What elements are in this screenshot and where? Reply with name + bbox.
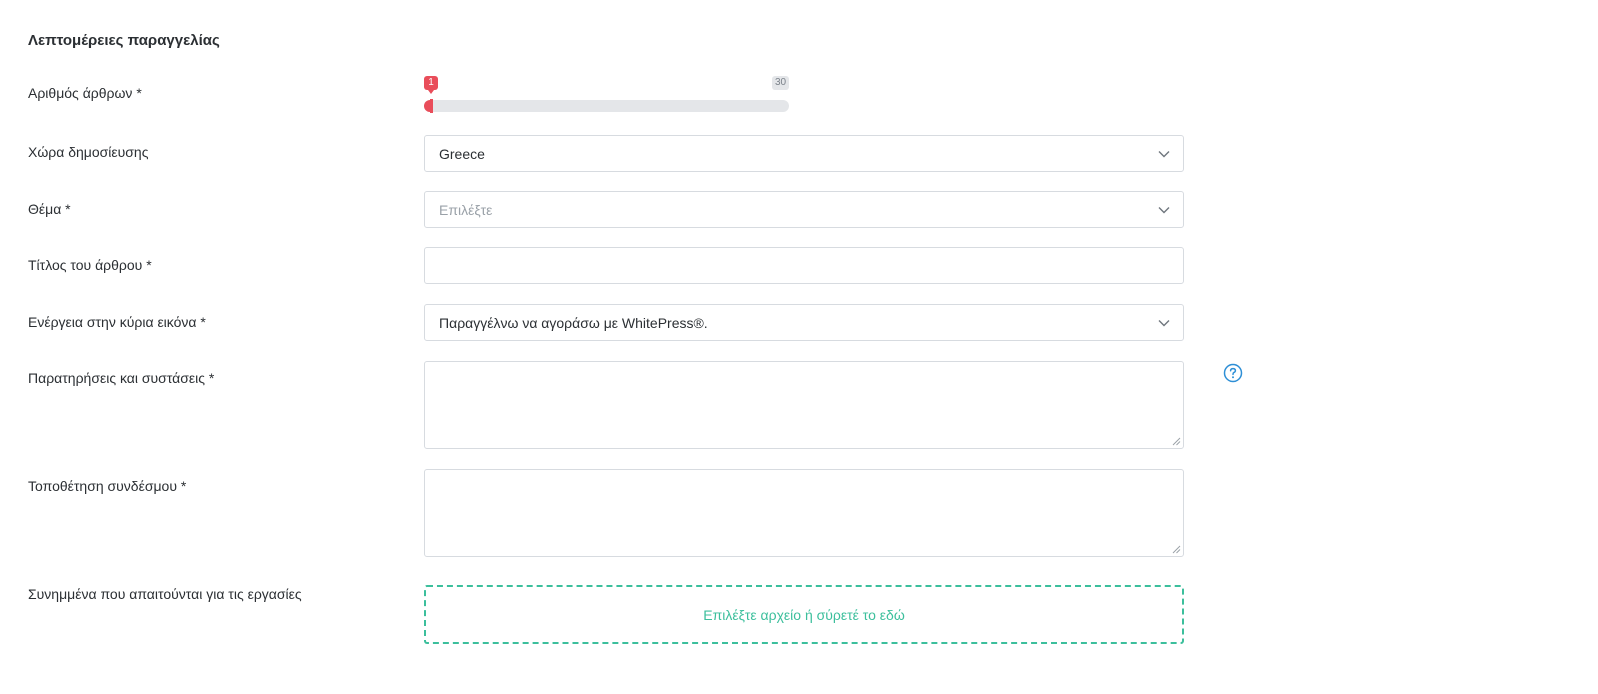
question-circle-icon[interactable] bbox=[1223, 363, 1243, 383]
notes-label: Παρατηρήσεις και συστάσεις * bbox=[28, 370, 215, 386]
main-image-action-value: Παραγγέλνω να αγοράσω με WhitePress®. bbox=[439, 314, 708, 331]
article-title-label: Τίτλος του άρθρου * bbox=[28, 257, 152, 273]
chevron-down-icon bbox=[1158, 151, 1170, 158]
file-dropzone[interactable]: Επιλέξτε αρχείο ή σύρετέ το εδώ bbox=[424, 585, 1184, 644]
chevron-down-icon bbox=[1158, 320, 1170, 327]
notes-textarea[interactable] bbox=[424, 361, 1184, 449]
main-image-action-label: Ενέργεια στην κύρια εικόνα * bbox=[28, 314, 206, 330]
dropzone-text: Επιλέξτε αρχείο ή σύρετέ το εδώ bbox=[703, 606, 905, 623]
link-placement-label: Τοποθέτηση συνδέσμου * bbox=[28, 478, 187, 494]
order-details-form: Λεπτομέρειες παραγγελίας Αριθμός άρθρων … bbox=[0, 0, 1598, 694]
resize-handle-icon[interactable] bbox=[1172, 437, 1181, 446]
country-select[interactable]: Greece bbox=[424, 135, 1184, 172]
slider-max-value: 30 bbox=[772, 76, 790, 90]
topic-select-placeholder: Επιλέξτε bbox=[439, 201, 493, 218]
topic-select[interactable]: Επιλέξτε bbox=[424, 191, 1184, 228]
link-placement-textarea[interactable] bbox=[424, 469, 1184, 557]
main-image-action-select[interactable]: Παραγγέλνω να αγοράσω με WhitePress®. bbox=[424, 304, 1184, 341]
article-title-input[interactable] bbox=[424, 247, 1184, 284]
country-select-value: Greece bbox=[439, 145, 485, 162]
country-label: Χώρα δημοσίευσης bbox=[28, 144, 149, 160]
chevron-down-icon bbox=[1158, 207, 1170, 214]
topic-label: Θέμα * bbox=[28, 201, 71, 217]
section-title: Λεπτομέρειες παραγγελίας bbox=[28, 32, 220, 49]
slider-handle[interactable] bbox=[430, 99, 433, 113]
article-count-label: Αριθμός άρθρων * bbox=[28, 85, 142, 101]
slider-current-value: 1 bbox=[424, 76, 438, 94]
resize-handle-icon[interactable] bbox=[1172, 545, 1181, 554]
article-count-slider[interactable] bbox=[424, 99, 789, 113]
attachments-label: Συνημμένα που απαιτούνται για τις εργασί… bbox=[28, 586, 302, 602]
